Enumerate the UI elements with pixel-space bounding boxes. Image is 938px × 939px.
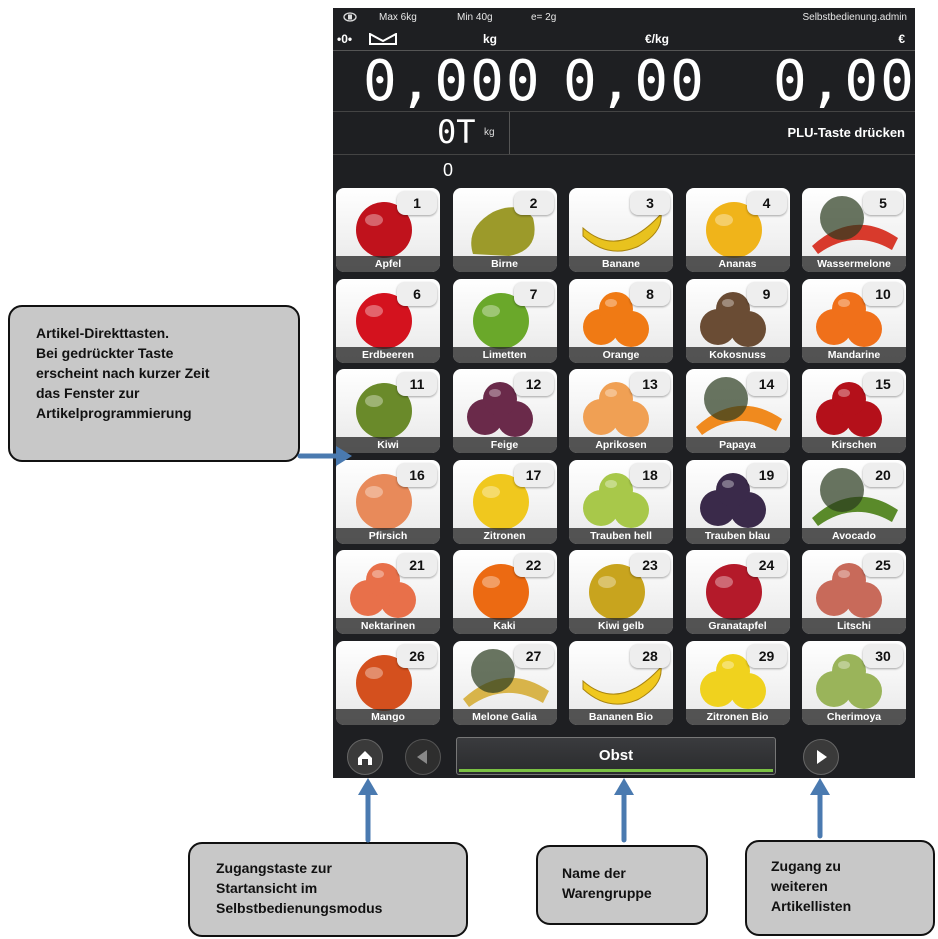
arrowhead-tiles [336, 446, 352, 466]
arrowhead-next [810, 778, 830, 795]
arrowhead-group [614, 778, 634, 795]
arrowhead-home [358, 778, 378, 795]
callout-arrows [297, 446, 830, 843]
